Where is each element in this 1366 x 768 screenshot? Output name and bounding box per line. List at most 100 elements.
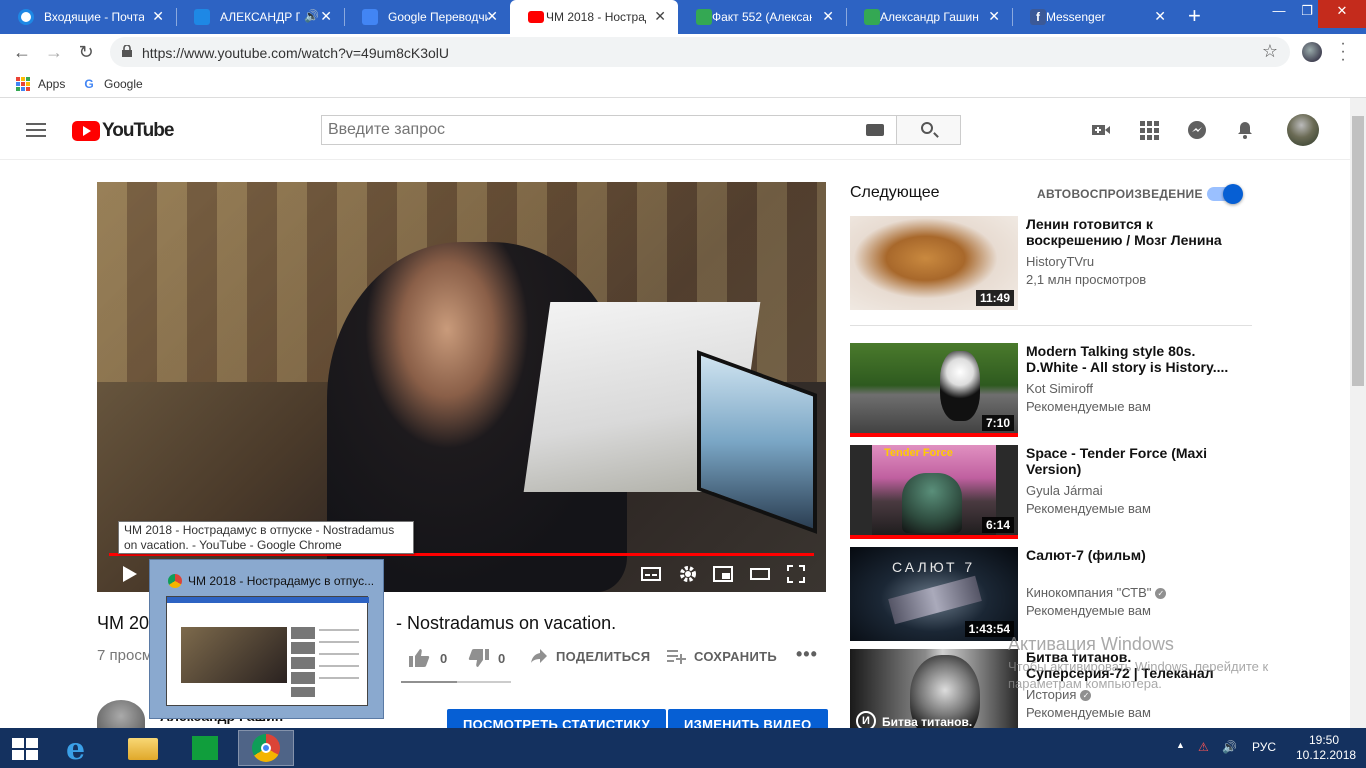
- taskbar-chrome[interactable]: [238, 730, 294, 766]
- theater-mode-icon[interactable]: [750, 564, 770, 584]
- more-actions-icon[interactable]: •••: [796, 644, 818, 665]
- windows-activation-subtitle: Чтобы активировать Windows, перейдите к …: [1008, 659, 1269, 691]
- apps-icon[interactable]: [1139, 120, 1159, 140]
- tab-youtube-active[interactable]: ЧМ 2018 - Нострад ✕: [510, 0, 678, 34]
- tab-gashin[interactable]: Александр Гашин ✕: [846, 0, 1012, 34]
- video-thumbnail[interactable]: 7:10: [850, 343, 1018, 437]
- hamburger-menu-icon[interactable]: [26, 123, 46, 137]
- create-video-icon[interactable]: [1091, 120, 1111, 140]
- maximize-button[interactable]: ❐: [1296, 0, 1318, 28]
- window-tooltip: ЧМ 2018 - Нострадамус в отпуске - Nostra…: [118, 521, 414, 554]
- keyboard-icon[interactable]: [866, 124, 884, 136]
- share-button[interactable]: ПОДЕЛИТЬСЯ: [530, 648, 650, 664]
- duration-badge: 1:43:54: [964, 621, 1014, 637]
- page-scrollbar[interactable]: [1350, 98, 1366, 728]
- internet-explorer-icon: e: [66, 732, 86, 767]
- play-button[interactable]: [123, 566, 137, 582]
- messages-icon[interactable]: [1187, 120, 1207, 140]
- close-icon[interactable]: ✕: [988, 8, 1000, 25]
- video-meta: 2,1 млн просмотров: [1026, 272, 1147, 287]
- speaker-icon[interactable]: 🔊: [304, 9, 319, 23]
- language-indicator[interactable]: РУС: [1252, 740, 1276, 754]
- back-button[interactable]: ←: [10, 40, 34, 64]
- tab-alexander[interactable]: АЛЕКСАНДР ГА 🔊 ✕: [176, 0, 344, 34]
- video-thumbnail[interactable]: 11:49: [850, 216, 1018, 310]
- close-window-button[interactable]: ✕: [1318, 0, 1366, 28]
- tab-title: ЧМ 2018 - Нострад: [546, 10, 646, 24]
- facebook-icon: f: [1030, 9, 1046, 25]
- channel-name-text: Кинокомпания "СТВ": [1026, 585, 1152, 600]
- channel-name[interactable]: HistoryTVru: [1026, 254, 1094, 269]
- volume-icon[interactable]: 🔊: [1222, 740, 1237, 754]
- recommendation-item[interactable]: Tender Force 6:14 Space - Tender Force (…: [850, 445, 1250, 539]
- close-icon[interactable]: ✕: [822, 8, 834, 25]
- youtube-play-icon: [72, 121, 100, 141]
- close-icon[interactable]: ✕: [320, 8, 332, 25]
- bookmark-apps[interactable]: Apps: [16, 77, 65, 91]
- subtitles-icon[interactable]: [641, 564, 661, 584]
- thumbnail-text: САЛЮТ 7: [892, 559, 976, 575]
- taskbar-store[interactable]: [178, 730, 234, 766]
- account-avatar[interactable]: [1287, 114, 1319, 146]
- video-meta: Рекомендуемые вам: [1026, 603, 1151, 618]
- recommendation-item[interactable]: САЛЮТ 7 1:43:54 Салют-7 (фильм) Кинокомп…: [850, 547, 1250, 641]
- close-icon[interactable]: ✕: [654, 8, 666, 25]
- reload-button[interactable]: ↻: [74, 40, 98, 64]
- channel-name[interactable]: Кинокомпания "СТВ" ✓: [1026, 585, 1167, 600]
- browser-toolbar: ← → ↻ https://www.youtube.com/watch?v=49…: [0, 34, 1366, 70]
- video-title[interactable]: Ленин готовится к воскрешению / Мозг Лен…: [1026, 216, 1236, 248]
- sheets-icon: [864, 9, 880, 25]
- settings-gear-icon[interactable]: [678, 564, 698, 584]
- tray-expand-icon[interactable]: ▲: [1176, 740, 1185, 750]
- forward-button[interactable]: →: [42, 40, 66, 64]
- search-button[interactable]: [897, 115, 961, 145]
- video-title[interactable]: Салют-7 (фильм): [1026, 547, 1236, 563]
- duration-badge: 7:10: [981, 415, 1014, 431]
- share-arrow-icon: [531, 649, 547, 663]
- watched-progress: [850, 535, 1018, 539]
- autoplay-toggle[interactable]: [1207, 184, 1243, 204]
- channel-name[interactable]: Gyula Jármai: [1026, 483, 1103, 498]
- video-thumbnail[interactable]: Tender Force 6:14: [850, 445, 1018, 539]
- tab-messenger[interactable]: f Messenger ✕: [1012, 0, 1178, 34]
- bookmark-google[interactable]: G Google: [82, 77, 143, 91]
- youtube-logo[interactable]: YouTube: [72, 120, 174, 142]
- clock[interactable]: 19:50 10.12.2018: [1296, 733, 1356, 763]
- video-title[interactable]: Modern Talking style 80s. D.White - All …: [1026, 343, 1236, 375]
- recommendation-item[interactable]: 11:49 Ленин готовится к воскрешению / Мо…: [850, 216, 1250, 310]
- recommendation-item[interactable]: 7:10 Modern Talking style 80s. D.White -…: [850, 343, 1250, 437]
- taskbar-ie[interactable]: e: [54, 730, 110, 767]
- address-bar[interactable]: https://www.youtube.com/watch?v=49um8cK3…: [110, 37, 1290, 67]
- close-icon[interactable]: ✕: [486, 8, 498, 25]
- save-button[interactable]: СОХРАНИТЬ: [666, 648, 777, 664]
- bell-icon[interactable]: [1235, 120, 1255, 140]
- network-icon[interactable]: ⚠: [1198, 740, 1209, 754]
- browser-menu-button[interactable]: · · ·: [1336, 36, 1350, 68]
- taskbar-preview[interactable]: ЧМ 2018 - Нострадамус в отпус...: [149, 559, 384, 719]
- windows-start-icon[interactable]: [12, 738, 38, 760]
- windows-taskbar: e ▲ ⚠ 🔊 РУС 19:50 10.12.2018: [0, 728, 1366, 768]
- tab-title: Входящие - Почта: [44, 10, 144, 24]
- search-box[interactable]: [321, 115, 897, 145]
- tab-fact[interactable]: Факт 552 (Алексан ✕: [678, 0, 846, 34]
- fullscreen-icon[interactable]: [786, 564, 806, 584]
- close-icon[interactable]: ✕: [152, 8, 164, 25]
- video-thumbnail[interactable]: САЛЮТ 7 1:43:54: [850, 547, 1018, 641]
- new-tab-button[interactable]: +: [1188, 5, 1201, 27]
- minimize-button[interactable]: —: [1262, 0, 1296, 28]
- video-title[interactable]: Space - Tender Force (Maxi Version): [1026, 445, 1236, 477]
- search-input[interactable]: [328, 120, 848, 140]
- scrollbar-thumb[interactable]: [1352, 116, 1364, 386]
- bookmark-star-icon[interactable]: ☆: [1262, 41, 1278, 62]
- miniplayer-icon[interactable]: [713, 564, 733, 584]
- bookmark-label: Google: [104, 77, 143, 91]
- taskbar-explorer[interactable]: [116, 730, 172, 766]
- google-icon: G: [84, 77, 94, 91]
- tab-mail[interactable]: Входящие - Почта ✕: [0, 0, 176, 34]
- like-button[interactable]: 0: [408, 648, 448, 668]
- tab-translate[interactable]: Google Переводчи ✕: [344, 0, 510, 34]
- channel-name[interactable]: Kot Simiroff: [1026, 381, 1093, 396]
- close-icon[interactable]: ✕: [1154, 8, 1166, 25]
- profile-avatar[interactable]: [1302, 42, 1322, 62]
- dislike-button[interactable]: 0: [468, 648, 506, 668]
